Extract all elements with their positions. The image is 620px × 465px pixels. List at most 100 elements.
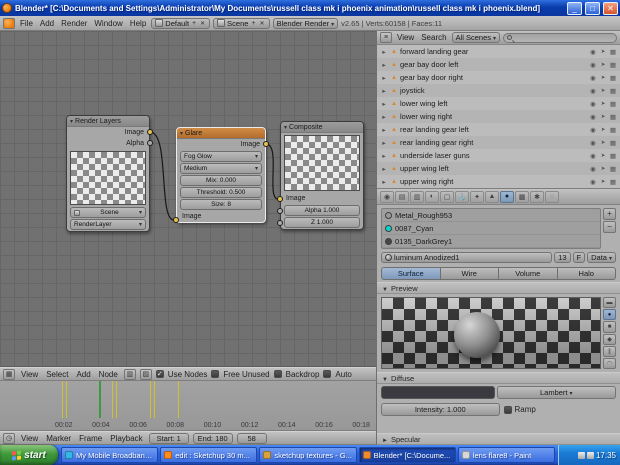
end-frame-field[interactable]: End: 180 bbox=[193, 433, 233, 444]
diffuse-color-swatch[interactable] bbox=[381, 386, 495, 399]
outliner-item[interactable]: rear landing gear left bbox=[377, 123, 620, 136]
material-name-field[interactable]: luminum Anodized1 bbox=[381, 252, 552, 263]
tab-world-icon[interactable]: ◐ bbox=[425, 191, 439, 203]
diffuse-intensity-slider[interactable]: Intensity: 1.000 bbox=[381, 403, 500, 416]
selectability-arrow-icon[interactable] bbox=[599, 87, 607, 94]
material-users-button[interactable]: 13 bbox=[554, 252, 570, 263]
tab-render-icon[interactable]: ◉ bbox=[380, 191, 394, 203]
renderability-camera-icon[interactable] bbox=[609, 87, 617, 95]
renderability-camera-icon[interactable] bbox=[609, 74, 617, 82]
mode-wire-button[interactable]: Wire bbox=[441, 267, 500, 280]
image-output-socket[interactable] bbox=[147, 129, 153, 135]
node-render-layers-header[interactable]: Render Layers bbox=[67, 116, 149, 127]
expand-icon[interactable] bbox=[380, 139, 388, 147]
tab-material-icon[interactable]: ● bbox=[500, 191, 514, 203]
expand-icon[interactable] bbox=[380, 165, 388, 173]
menu-window[interactable]: Window bbox=[92, 19, 124, 28]
blender-menu-icon[interactable] bbox=[3, 18, 15, 29]
node-glare-header[interactable]: Glare bbox=[177, 128, 265, 139]
expand-icon[interactable] bbox=[380, 87, 388, 95]
add-scene-button[interactable] bbox=[250, 20, 256, 27]
taskbar-item-active[interactable]: Blender* [C:\Docume... bbox=[359, 447, 456, 463]
current-frame-playhead[interactable] bbox=[99, 381, 101, 418]
menu-help[interactable]: Help bbox=[128, 19, 148, 28]
expand-icon[interactable] bbox=[380, 178, 388, 186]
menu-view[interactable]: View bbox=[395, 33, 416, 42]
preview-sky-button[interactable]: ◠ bbox=[603, 358, 616, 369]
outliner-item[interactable]: gear bay door left bbox=[377, 58, 620, 71]
selectability-arrow-icon[interactable] bbox=[599, 178, 607, 185]
close-button[interactable] bbox=[603, 2, 618, 15]
tab-physics-icon[interactable]: ◌ bbox=[545, 191, 559, 203]
maximize-button[interactable] bbox=[585, 2, 600, 15]
material-slot[interactable]: Metal_Rough953 bbox=[382, 209, 600, 222]
taskbar-item[interactable]: edit : Sketchup 30 m... bbox=[160, 447, 257, 463]
tray-volume-icon[interactable] bbox=[578, 452, 585, 459]
renderability-camera-icon[interactable] bbox=[609, 139, 617, 147]
tab-particles-icon[interactable]: ✱ bbox=[530, 191, 544, 203]
node-editor-canvas[interactable]: Render Layers Image Alpha Scene RenderLa… bbox=[0, 31, 376, 367]
backdrop-checkbox[interactable] bbox=[274, 370, 282, 378]
editor-type-timeline-icon[interactable]: ◷ bbox=[3, 433, 15, 444]
renderability-camera-icon[interactable] bbox=[609, 48, 617, 56]
visibility-eye-icon[interactable] bbox=[589, 178, 597, 186]
visibility-eye-icon[interactable] bbox=[589, 74, 597, 82]
renderability-camera-icon[interactable] bbox=[609, 61, 617, 69]
alpha-input-socket[interactable] bbox=[277, 208, 283, 214]
taskbar-item[interactable]: sketchup textures - G... bbox=[259, 447, 356, 463]
selectability-arrow-icon[interactable] bbox=[599, 165, 607, 172]
visibility-eye-icon[interactable] bbox=[589, 152, 597, 160]
remove-material-slot-button[interactable]: − bbox=[603, 221, 616, 233]
tab-object-icon[interactable]: ▢ bbox=[440, 191, 454, 203]
alpha-output-socket[interactable] bbox=[147, 140, 153, 146]
tab-modifiers-icon[interactable]: ✦ bbox=[470, 191, 484, 203]
menu-file[interactable]: File bbox=[18, 19, 35, 28]
expand-icon[interactable] bbox=[380, 100, 388, 108]
image-input-socket[interactable] bbox=[277, 196, 283, 202]
expand-icon[interactable] bbox=[380, 48, 388, 56]
use-nodes-checkbox[interactable] bbox=[156, 370, 164, 378]
outliner-item[interactable]: underside laser guns bbox=[377, 149, 620, 162]
glare-mix-slider[interactable]: Mix: 0.000 bbox=[180, 175, 262, 186]
glare-size-slider[interactable]: Size: 8 bbox=[180, 199, 262, 210]
outliner-item[interactable]: gear bay door right bbox=[377, 71, 620, 84]
renderability-camera-icon[interactable] bbox=[609, 152, 617, 160]
outliner-item[interactable]: lower wing right bbox=[377, 110, 620, 123]
visibility-eye-icon[interactable] bbox=[589, 165, 597, 173]
mode-surface-button[interactable]: Surface bbox=[381, 267, 441, 280]
free-unused-checkbox[interactable] bbox=[211, 370, 219, 378]
glare-threshold-slider[interactable]: Threshold: 0.500 bbox=[180, 187, 262, 198]
visibility-eye-icon[interactable] bbox=[589, 61, 597, 69]
visibility-eye-icon[interactable] bbox=[589, 48, 597, 56]
selectability-arrow-icon[interactable] bbox=[599, 139, 607, 146]
menu-add[interactable]: Add bbox=[38, 19, 56, 28]
scene-selector[interactable]: Scene bbox=[213, 18, 269, 29]
outliner-item[interactable]: forward landing gear bbox=[377, 45, 620, 58]
renderability-camera-icon[interactable] bbox=[609, 126, 617, 134]
selectability-arrow-icon[interactable] bbox=[599, 74, 607, 81]
menu-add[interactable]: Add bbox=[74, 370, 92, 379]
expand-icon[interactable] bbox=[380, 113, 388, 121]
minimize-button[interactable] bbox=[567, 2, 582, 15]
diffuse-shader-select[interactable]: Lambert bbox=[497, 386, 617, 399]
z-input-socket[interactable] bbox=[277, 220, 283, 226]
editor-type-outliner-icon[interactable]: ≡ bbox=[380, 32, 392, 43]
auto-render-checkbox[interactable] bbox=[323, 370, 331, 378]
add-layout-button[interactable] bbox=[191, 20, 197, 27]
node-glare[interactable]: Glare Image Fog Glow Medium Mix: 0.000 T… bbox=[176, 127, 266, 223]
menu-search[interactable]: Search bbox=[419, 33, 448, 42]
mode-volume-button[interactable]: Volume bbox=[499, 267, 558, 280]
render-engine-select[interactable]: Blender Render bbox=[273, 18, 339, 29]
compositing-nodes-icon[interactable]: ▥ bbox=[124, 369, 136, 380]
node-composite[interactable]: Composite Image Alpha 1.000 Z 1.000 bbox=[280, 121, 364, 230]
ramp-checkbox[interactable] bbox=[504, 406, 512, 414]
editor-type-node-icon[interactable]: ▦ bbox=[3, 369, 15, 380]
selectability-arrow-icon[interactable] bbox=[599, 113, 607, 120]
outliner-item[interactable]: upper wing left bbox=[377, 162, 620, 175]
outliner-item[interactable]: rear landing gear right bbox=[377, 136, 620, 149]
preview-sphere-button[interactable]: ● bbox=[603, 309, 616, 320]
tab-data-icon[interactable]: ▲ bbox=[485, 191, 499, 203]
start-button[interactable]: start bbox=[0, 445, 58, 465]
composite-z-slider[interactable]: Z 1.000 bbox=[284, 217, 360, 228]
expand-icon[interactable] bbox=[380, 126, 388, 134]
